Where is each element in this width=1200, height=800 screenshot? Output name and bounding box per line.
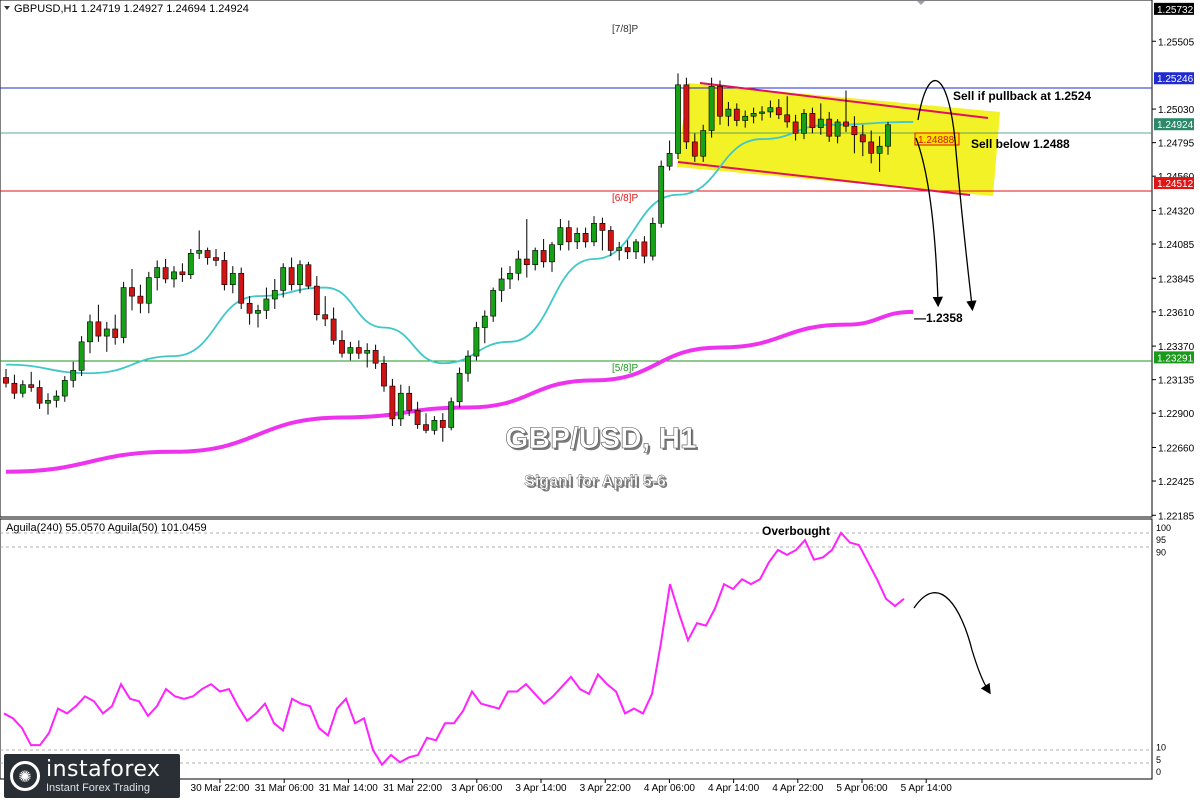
candle: [187, 249, 194, 279]
candle: [78, 336, 85, 377]
x-tick-label: 31 Mar 14:00: [319, 783, 378, 794]
candle: [708, 77, 715, 138]
candle: [683, 77, 690, 150]
candle: [700, 124, 707, 162]
price-level-label: 1.24512: [1154, 177, 1194, 190]
candle: [238, 267, 245, 309]
y-tick-label: 1.23845: [1158, 274, 1195, 285]
candle: [305, 261, 312, 289]
osc-y-tick-label: 90: [1156, 547, 1166, 557]
x-tick-label: 31 Mar 22:00: [383, 783, 442, 794]
y-tick-label: 1.22425: [1158, 477, 1195, 488]
candle: [675, 73, 681, 160]
instaforex-logo-icon: ✺: [10, 761, 40, 791]
osc-y-tick-label: 100: [1156, 523, 1171, 533]
osc-y-tick-label: 95: [1156, 535, 1166, 545]
price-level-label: 1.25732: [1154, 2, 1194, 16]
price-level-label: 1.24924: [1154, 118, 1194, 131]
logo-tagline: Instant Forex Trading: [46, 781, 150, 794]
chart-canvas: GBPUSD,H1 1.24719 1.24927 1.24694 1.2492…: [0, 0, 1195, 794]
target-label: —1.2358: [914, 311, 963, 325]
murray-6-8-label: [6/8]P: [612, 193, 638, 204]
logo-brand: instaforex: [46, 756, 161, 782]
osc-y-tick-label: 5: [1156, 755, 1161, 765]
x-tick-label: 4 Apr 22:00: [772, 783, 824, 794]
instaforex-logo: ✺ instaforex Instant Forex Trading: [4, 754, 180, 798]
osc-y-tick-label: 0: [1156, 767, 1161, 777]
price-level-label: 1.25246: [1154, 72, 1194, 85]
svg-text:1.23291: 1.23291: [1157, 353, 1194, 364]
x-tick-label: 4 Apr 06:00: [644, 783, 696, 794]
y-tick-label: 1.23610: [1158, 308, 1195, 319]
y-tick-label: 1.25030: [1158, 105, 1195, 116]
overbought-label: Overbought: [762, 524, 830, 538]
y-tick-label: 1.22660: [1158, 443, 1195, 454]
price-level-label: 1.23291: [1154, 351, 1194, 364]
x-tick-label: 5 Apr 06:00: [836, 783, 888, 794]
candle: [649, 217, 656, 261]
y-tick-label: 1.22185: [1158, 511, 1195, 522]
svg-text:1.24512: 1.24512: [1157, 179, 1194, 190]
symbol-info: GBPUSD,H1 1.24719 1.24927 1.24694 1.2492…: [14, 3, 249, 15]
candle: [120, 281, 127, 344]
y-tick-label: 1.23135: [1158, 376, 1195, 387]
indicator-panel-frame: [0, 518, 1153, 780]
chart-title: GBP/USD, H1: [505, 422, 697, 455]
x-tick-label: 3 Apr 14:00: [515, 783, 567, 794]
chart-subtitle: Siganl for April 5-6: [524, 473, 666, 490]
svg-text:1.25732: 1.25732: [1157, 5, 1194, 16]
y-tick-label: 1.25505: [1158, 37, 1195, 48]
candle: [456, 367, 463, 408]
y-tick-label: 1.24085: [1158, 240, 1195, 251]
candle: [658, 160, 665, 228]
y-tick-label: 1.24320: [1158, 206, 1195, 217]
y-tick-label: 1.24795: [1158, 139, 1195, 150]
murray-7-8-label: [7/8]P: [612, 24, 638, 35]
candle: [448, 397, 455, 431]
svg-text:1.25246: 1.25246: [1157, 74, 1194, 85]
x-tick-label: 3 Apr 22:00: [580, 783, 632, 794]
x-tick-label: 3 Apr 06:00: [451, 783, 503, 794]
x-tick-label: 4 Apr 14:00: [708, 783, 760, 794]
price-box-label: 1.24888: [918, 135, 955, 146]
x-tick-label: 30 Mar 22:00: [191, 783, 250, 794]
osc-y-tick-label: 10: [1156, 743, 1166, 753]
sell-pullback-label: Sell if pullback at 1.2524: [953, 89, 1091, 103]
indicator-info: Aguila(240) 55.0570 Aguila(50) 101.0459: [6, 522, 207, 534]
y-tick-label: 1.22900: [1158, 409, 1195, 420]
x-tick-label: 5 Apr 14:00: [901, 783, 953, 794]
x-tick-label: 31 Mar 06:00: [255, 783, 314, 794]
sell-below-label: Sell below 1.2488: [971, 137, 1070, 151]
candle: [389, 378, 396, 427]
svg-text:1.24924: 1.24924: [1157, 120, 1194, 131]
candle: [473, 321, 480, 361]
